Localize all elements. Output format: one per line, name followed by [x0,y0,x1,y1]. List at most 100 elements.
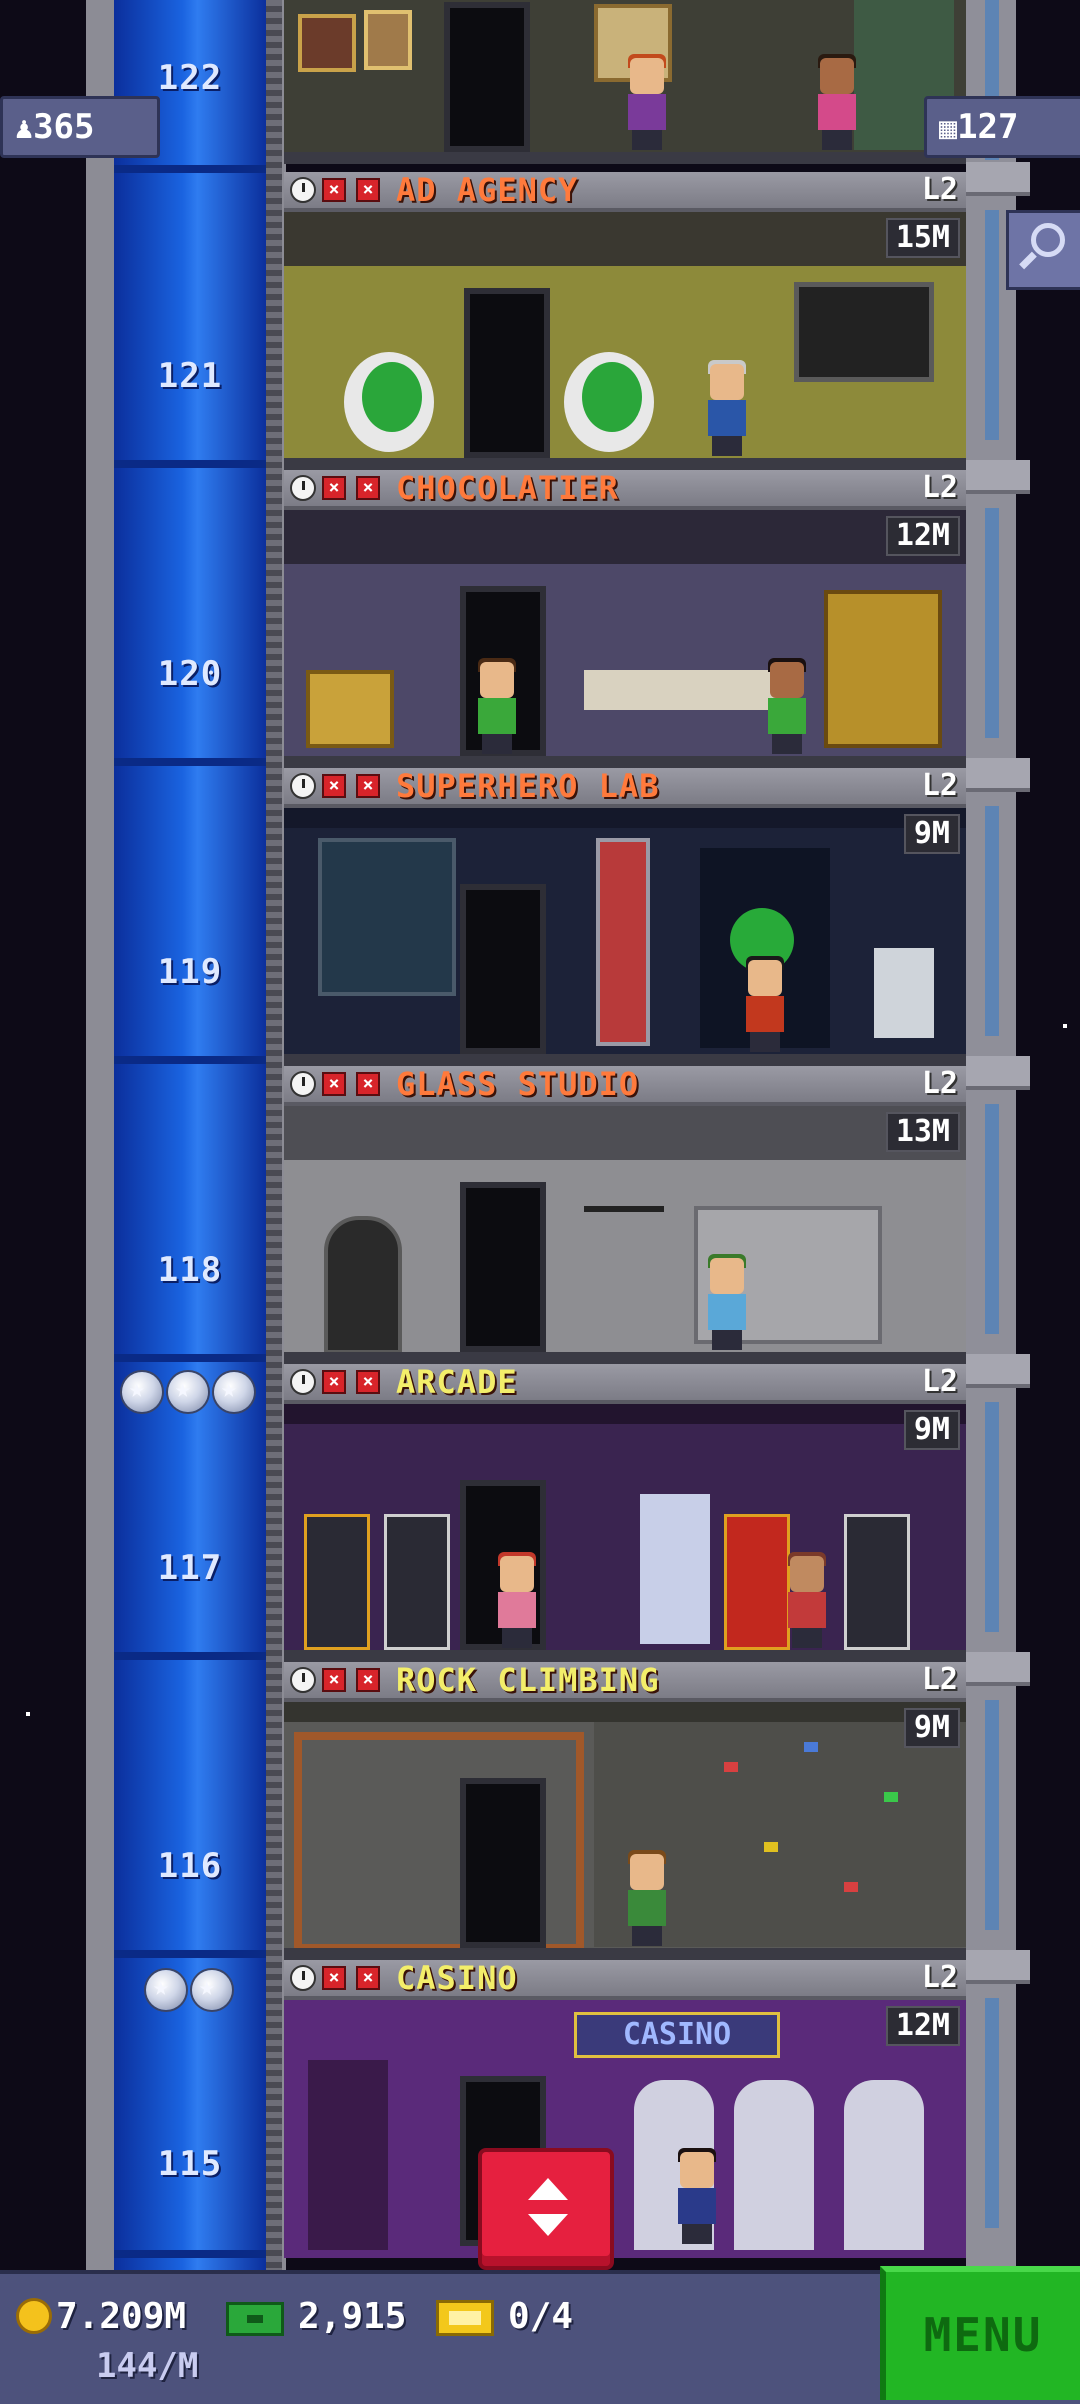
x-icon: × [356,178,380,202]
floor-121[interactable]: × × AD AGENCY L2 15M [284,172,966,470]
wall-window [985,508,999,738]
wall-ledge [966,162,1030,196]
population-counter[interactable]: ♟365 [0,96,160,158]
floor-122[interactable] [284,0,966,164]
character [704,1254,748,1350]
arrow-down-icon [528,2214,568,2236]
menu-label: MENU [923,2308,1043,2362]
floor-price: 9M [903,1708,960,1748]
character [474,658,518,754]
shaft-divider [114,460,266,468]
floor-120[interactable]: × × CHOCOLATIER L2 12M [284,470,966,768]
floor-number: 115 [157,2144,223,2184]
wall-window [985,1402,999,1632]
x-icon: × [322,1370,346,1394]
x-icon: × [356,1072,380,1096]
floor-name: ARCADE [396,1363,518,1401]
floor-number: 121 [157,356,223,396]
room-door [460,884,546,1054]
room-interior: 12M [284,510,966,768]
ticket-icon [436,2300,494,2336]
floor-rating-stars [122,1372,254,1412]
menu-button[interactable]: MENU [880,2266,1080,2400]
elevator-shaft[interactable] [114,0,266,2270]
wall-ledge [966,758,1030,792]
background-star [26,1712,30,1716]
floor-counter[interactable]: ▦127 [924,96,1080,158]
room-door [460,1182,546,1352]
x-icon: × [356,1668,380,1692]
room-door [464,288,550,458]
x-icon: × [322,774,346,798]
star-icon [146,1970,186,2010]
x-icon: × [322,1966,346,1990]
x-icon: × [356,476,380,500]
shaft-divider [114,2250,266,2258]
wall-ledge [966,1354,1030,1388]
floor-number: 120 [157,654,223,694]
wall-window [985,1700,999,1930]
floor-level: L2 [921,768,958,803]
coin-icon [16,2298,52,2334]
building-icon: ▦ [939,111,958,146]
character [704,360,748,456]
floor-116[interactable]: × × ROCK CLIMBING L2 9M [284,1662,966,1960]
floor-price: 13M [885,1112,960,1152]
star-icon [122,1372,162,1412]
floor-header: × × ROCK CLIMBING L2 [284,1662,966,1702]
shaft-divider [114,1950,266,1958]
room-door [444,2,530,152]
magnifier-icon [1031,223,1065,257]
floor-name: CASINO [396,1959,518,1997]
room-interior: 9M [284,808,966,1066]
floor-117[interactable]: × × ARCADE L2 9M [284,1364,966,1662]
room-interior: 15M [284,212,966,470]
shaft-divider [114,165,266,173]
room-interior: 9M [284,1702,966,1960]
clock-icon [290,773,316,799]
wall-window [985,1104,999,1334]
floor-price: 12M [885,516,960,556]
floor-price: 12M [885,2006,960,2046]
x-icon: × [322,476,346,500]
arrow-up-icon [528,2178,568,2200]
room-interior: 9M [284,1404,966,1662]
floor-119[interactable]: × × SUPERHERO LAB L2 9M [284,768,966,1066]
floor-number: 119 [157,952,223,992]
shaft-divider [114,1652,266,1660]
floor-115[interactable]: × × CASINO L2 12M CASINO [284,1960,966,2258]
floor-level: L2 [921,1960,958,1995]
character [494,1552,538,1648]
person-icon: ♟ [15,111,34,146]
floor-118[interactable]: × × GLASS STUDIO L2 13M [284,1066,966,1364]
floor-price: 15M [885,218,960,258]
floor-name: GLASS STUDIO [396,1065,640,1103]
x-icon: × [356,774,380,798]
coins-amount: 7.209M [56,2296,187,2337]
floor-header: × × GLASS STUDIO L2 [284,1066,966,1106]
floor-price: 9M [903,814,960,854]
floor-name: ROCK CLIMBING [396,1661,660,1699]
shaft-divider [114,1056,266,1064]
star-icon [192,1970,232,2010]
elevator-button[interactable] [478,2148,614,2270]
character [624,54,668,150]
casino-sign: CASINO [574,2012,780,2058]
room-interior: 12M CASINO [284,2000,966,2258]
wall-window [985,1998,999,2228]
floor-rating-stars [146,1970,232,2010]
bux-icon [226,2302,284,2336]
floor-level: L2 [921,1364,958,1399]
bux-amount: 2,915 [298,2296,407,2337]
floor-level: L2 [921,470,958,505]
floor-header: × × CASINO L2 [284,1960,966,2000]
x-icon: × [356,1966,380,1990]
wall-window [985,210,999,440]
wall-ledge [966,1950,1030,1984]
x-icon: × [322,178,346,202]
wall-window [985,806,999,1036]
character [674,2148,718,2244]
floor-header: × × CHOCOLATIER L2 [284,470,966,510]
clock-icon [290,475,316,501]
zoom-button[interactable] [1006,210,1080,290]
